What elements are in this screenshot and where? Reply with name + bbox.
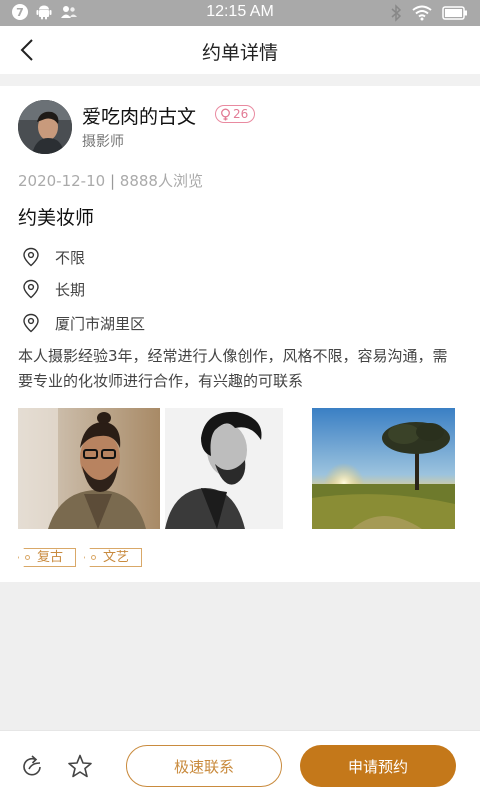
tag-label: 复古 [37, 550, 64, 565]
author-role: 摄影师 [82, 134, 124, 150]
like-count-badge: 26 [215, 105, 256, 123]
tag-label: 文艺 [103, 550, 130, 565]
section-divider [0, 74, 480, 86]
landscape-photo [312, 408, 455, 529]
wifi-icon [412, 5, 432, 21]
quick-contact-button[interactable]: 极速联系 [126, 745, 282, 787]
post-description: 本人摄影经验3年，经常进行人像创作，风格不限，容易沟通，需要专业的化妆师进行合作… [18, 347, 448, 390]
post-date: 2020-12-10 [18, 172, 106, 190]
post-title: 约美妆师 [18, 207, 95, 229]
post-meta: 2020-12-10 | 8888人浏览 [18, 170, 203, 191]
battery-icon [442, 6, 467, 20]
bluetooth-icon [391, 4, 402, 22]
post-photo-3[interactable] [312, 408, 455, 529]
detail-row-range: 不限 [22, 246, 85, 268]
bottom-action-bar: 极速联系 申请预约 [0, 730, 480, 800]
star-icon[interactable] [67, 753, 93, 779]
tag-item[interactable]: 文艺 [84, 548, 143, 567]
post-views: 8888人浏览 [119, 172, 203, 190]
detail-row-duration: 长期 [22, 278, 85, 300]
location-pin-icon [23, 247, 39, 267]
like-count: 26 [233, 107, 249, 121]
detail-text: 不限 [55, 248, 86, 267]
detail-text: 厦门市湖里区 [55, 314, 146, 333]
apply-booking-button[interactable]: 申请预约 [300, 745, 456, 787]
detail-text: 长期 [55, 280, 86, 299]
status-bar: 7 12:15 AM [0, 0, 480, 26]
location-pin-icon [23, 279, 39, 299]
page-title: 约单详情 [201, 42, 278, 64]
avatar-image [18, 100, 72, 154]
tag-dot-icon [91, 555, 97, 560]
detail-row-location: 厦门市湖里区 [22, 312, 145, 334]
meta-separator: | [109, 172, 120, 190]
post-photo-2[interactable] [165, 408, 283, 529]
tag-dot-icon [25, 555, 30, 560]
share-icon[interactable] [20, 753, 46, 779]
author-avatar[interactable] [18, 100, 72, 154]
tag-list: 复古 文艺 [18, 548, 143, 567]
author-name[interactable]: 爱吃肉的古文 [82, 102, 196, 129]
status-right-icons [390, 4, 468, 22]
portrait-photo [18, 408, 160, 529]
heart-pin-icon [221, 108, 230, 120]
post-photo-1[interactable] [18, 408, 160, 529]
portrait-photo-bw [165, 408, 283, 529]
nav-bar: 约单详情 [0, 26, 480, 74]
tag-item[interactable]: 复古 [18, 548, 77, 567]
post-card: 爱吃肉的古文 26 摄影师 2020-12-10 | 8888人浏览 约美妆师 … [0, 86, 480, 582]
location-pin-icon [23, 313, 39, 333]
